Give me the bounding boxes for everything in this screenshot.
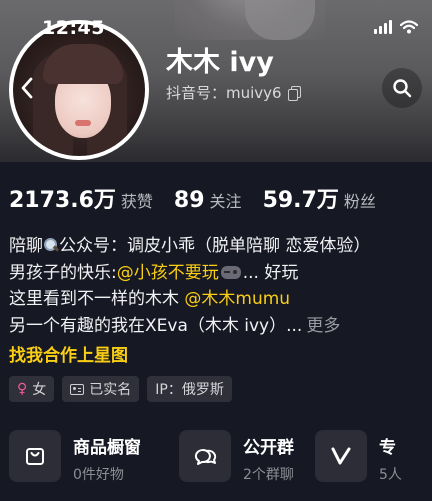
card-subtitle: 5人 — [379, 467, 402, 483]
signal-icon — [374, 20, 392, 34]
mention-link[interactable]: @木木mumu — [184, 289, 290, 309]
douyin-id[interactable]: 抖音号：muivy6 — [166, 82, 301, 103]
profile-bio: 陪聊 公众号：调皮小乖（脱单陪聊 恋爱体验） 男孩子的快乐:@小孩不要玩... 好… — [9, 233, 429, 366]
stat-followers-number: 59.7万 — [262, 188, 339, 213]
douyin-id-text: 抖音号：muivy6 — [166, 84, 282, 102]
copy-icon[interactable] — [287, 86, 301, 101]
bio-line-4: 另一个有趣的我在XEva（木木 ivy）... 更多 — [9, 315, 341, 336]
card-title: 专 — [379, 438, 396, 458]
id-card-icon — [70, 383, 85, 395]
profile-tags: ♀ 女 已实名 IP：俄罗斯 — [9, 376, 232, 402]
female-icon: ♀ — [17, 381, 28, 397]
status-bar-time: 12:45 — [42, 17, 105, 39]
tag-gender: ♀ 女 — [9, 376, 55, 402]
bio-line-3: 这里看到不一样的木木 @木木mumu — [9, 289, 291, 309]
card-title: 公开群 — [243, 438, 294, 458]
chat-bubbles-icon — [179, 430, 231, 482]
card-subtitle: 2个群聊 — [243, 467, 294, 483]
magnifier-emoji-icon — [44, 238, 58, 252]
feature-cards: 商品橱窗 0件好物 公开群 2个群聊 专 5人 — [9, 430, 432, 484]
v-icon — [315, 430, 367, 482]
mention-link[interactable]: @小孩不要玩 — [117, 263, 219, 283]
shopping-bag-icon — [9, 430, 61, 482]
stat-likes-number: 2173.6万 — [9, 188, 116, 213]
profile-stats: 2173.6万 获赞 89 关注 59.7万 粉丝 — [9, 182, 397, 214]
card-title: 商品橱窗 — [73, 438, 141, 458]
stat-followers-label: 粉丝 — [343, 192, 376, 211]
card-shop-window[interactable]: 商品橱窗 0件好物 — [9, 430, 179, 484]
profile-name: 木木 ivy — [166, 47, 274, 78]
bio-line-1: 陪聊 公众号：调皮小乖（脱单陪聊 恋爱体验） — [9, 236, 371, 256]
status-bar-icons — [374, 20, 418, 34]
tag-verified[interactable]: 已实名 — [62, 376, 140, 402]
stat-likes-label: 获赞 — [120, 192, 153, 211]
search-button[interactable] — [382, 68, 422, 108]
bio-more-button[interactable]: 更多 — [306, 316, 340, 336]
star-map-cooperation-link[interactable]: 找我合作上星图 — [9, 341, 429, 366]
stat-likes[interactable]: 2173.6万 获赞 — [9, 182, 153, 214]
card-public-group[interactable]: 公开群 2个群聊 — [179, 430, 315, 484]
wifi-icon — [400, 20, 418, 34]
bio-line-2: 男孩子的快乐:@小孩不要玩... 好玩 — [9, 262, 299, 283]
tag-ip-location: IP：俄罗斯 — [147, 376, 232, 402]
stat-following-label: 关注 — [209, 192, 242, 211]
stat-followers[interactable]: 59.7万 粉丝 — [263, 182, 376, 214]
search-icon — [393, 79, 412, 98]
chevron-left-icon — [21, 77, 33, 99]
gamepad-emoji-icon — [220, 265, 241, 279]
stat-following-number: 89 — [173, 188, 205, 213]
card-special[interactable]: 专 5人 — [315, 430, 432, 484]
stat-following[interactable]: 89 关注 — [174, 188, 242, 213]
back-button[interactable] — [12, 73, 42, 103]
card-subtitle: 0件好物 — [73, 467, 124, 483]
